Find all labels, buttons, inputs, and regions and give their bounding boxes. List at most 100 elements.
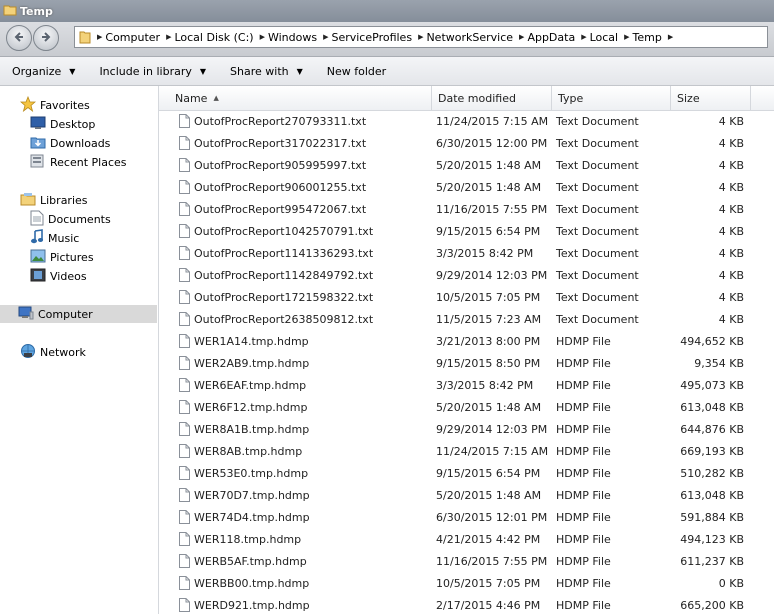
folder-icon	[3, 3, 17, 20]
file-date: 4/21/2015 4:42 PM	[436, 532, 541, 546]
file-name-cell: WERB5AF.tmp.hdmp	[179, 550, 429, 572]
file-type: HDMP File	[556, 400, 611, 414]
column-header-size[interactable]: Size	[671, 86, 751, 110]
file-row[interactable]: OutofProcReport906001255.txt 5/20/2015 1…	[159, 176, 774, 198]
breadcrumb-temp[interactable]: Temp	[630, 31, 668, 44]
file-row[interactable]: OutofProcReport995472067.txt 11/16/2015 …	[159, 198, 774, 220]
nav-pictures[interactable]: Pictures	[30, 248, 94, 266]
star-icon	[19, 95, 37, 115]
videos-icon	[30, 268, 46, 285]
file-name: OutofProcReport995472067.txt	[194, 202, 367, 216]
file-size: 613,048 KB	[680, 400, 744, 414]
chevron-down-icon: ▼	[69, 66, 76, 76]
nav-computer-label: Computer	[38, 307, 93, 321]
navigation-pane: Favorites Desktop Downloads Recent Place…	[0, 86, 159, 614]
breadcrumb-appdata[interactable]: AppData	[524, 31, 581, 44]
file-name: WER6F12.tmp.hdmp	[194, 400, 308, 414]
file-size: 4 KB	[718, 158, 744, 172]
file-row[interactable]: WER1A14.tmp.hdmp 3/21/2013 8:00 PM HDMP …	[159, 330, 774, 352]
file-row[interactable]: WER2AB9.tmp.hdmp 9/15/2015 8:50 PM HDMP …	[159, 352, 774, 374]
file-date: 3/3/2015 8:42 PM	[436, 378, 534, 392]
file-row[interactable]: OutofProcReport1142849792.txt 9/29/2014 …	[159, 264, 774, 286]
file-name: WER70D7.tmp.hdmp	[194, 488, 310, 502]
file-row[interactable]: WER6EAF.tmp.hdmp 3/3/2015 8:42 PM HDMP F…	[159, 374, 774, 396]
file-size: 4 KB	[718, 246, 744, 260]
file-row[interactable]: WERB5AF.tmp.hdmp 11/16/2015 7:55 PM HDMP…	[159, 550, 774, 572]
file-row[interactable]: WER8AB.tmp.hdmp 11/24/2015 7:15 AM HDMP …	[159, 440, 774, 462]
column-header-date-modified[interactable]: Date modified	[432, 86, 552, 110]
music-note-icon	[30, 228, 44, 248]
libraries-icon	[20, 191, 36, 210]
file-type: HDMP File	[556, 378, 611, 392]
breadcrumb-local[interactable]: Local	[587, 31, 625, 44]
breadcrumb-serviceprofiles[interactable]: ServiceProfiles	[328, 31, 418, 44]
breadcrumb-local-disk[interactable]: Local Disk (C:)	[171, 31, 259, 44]
nav-videos[interactable]: Videos	[30, 267, 87, 285]
file-row[interactable]: OutofProcReport1042570791.txt 9/15/2015 …	[159, 220, 774, 242]
nav-libraries[interactable]: Libraries	[20, 191, 88, 209]
file-row[interactable]: WER8A1B.tmp.hdmp 9/29/2014 12:03 PM HDMP…	[159, 418, 774, 440]
file-row[interactable]: WER70D7.tmp.hdmp 5/20/2015 1:48 AM HDMP …	[159, 484, 774, 506]
nav-computer[interactable]: Computer	[0, 305, 157, 323]
address-bar[interactable]: ▶ Computer ▶ Local Disk (C:) ▶ Windows ▶…	[74, 26, 768, 48]
breadcrumb-computer[interactable]: Computer	[102, 31, 166, 44]
file-type: HDMP File	[556, 444, 611, 458]
file-size: 611,237 KB	[680, 554, 744, 568]
organize-button[interactable]: Organize ▼	[0, 65, 87, 78]
file-date: 6/30/2015 12:01 PM	[436, 510, 548, 524]
share-with-button[interactable]: Share with ▼	[218, 65, 315, 78]
nav-music[interactable]: Music	[30, 228, 79, 248]
nav-documents[interactable]: Documents	[30, 210, 111, 228]
file-row[interactable]: OutofProcReport270793311.txt 11/24/2015 …	[159, 110, 774, 132]
address-folder-icon	[79, 30, 91, 44]
file-type: Text Document	[556, 202, 639, 216]
include-in-library-button[interactable]: Include in library ▼	[87, 65, 218, 78]
forward-button[interactable]	[33, 25, 59, 51]
breadcrumb-windows[interactable]: Windows	[265, 31, 323, 44]
file-row[interactable]: WER6F12.tmp.hdmp 5/20/2015 1:48 AM HDMP …	[159, 396, 774, 418]
column-header-type[interactable]: Type	[552, 86, 671, 110]
file-row[interactable]: OutofProcReport2638509812.txt 11/5/2015 …	[159, 308, 774, 330]
new-folder-button[interactable]: New folder	[315, 65, 398, 78]
file-row[interactable]: WER53E0.tmp.hdmp 9/15/2015 6:54 PM HDMP …	[159, 462, 774, 484]
file-row[interactable]: WERD921.tmp.hdmp 2/17/2015 4:46 PM HDMP …	[159, 594, 774, 616]
document-icon	[179, 554, 190, 568]
nav-recent-places[interactable]: Recent Places	[30, 153, 127, 171]
nav-downloads[interactable]: Downloads	[30, 134, 110, 152]
file-name-cell: WERBB00.tmp.hdmp	[179, 572, 429, 594]
back-button[interactable]	[6, 25, 32, 51]
file-name-cell: OutofProcReport995472067.txt	[179, 198, 429, 220]
file-row[interactable]: OutofProcReport1141336293.txt 3/3/2015 8…	[159, 242, 774, 264]
file-size: 510,282 KB	[680, 466, 744, 480]
nav-desktop-label: Desktop	[50, 117, 96, 131]
chevron-down-icon: ▼	[199, 66, 207, 76]
file-name-cell: WER8AB.tmp.hdmp	[179, 440, 429, 462]
file-name-cell: OutofProcReport1142849792.txt	[179, 264, 429, 286]
file-row[interactable]: WER118.tmp.hdmp 4/21/2015 4:42 PM HDMP F…	[159, 528, 774, 550]
column-header-name[interactable]: Name ▲	[169, 86, 432, 110]
share-with-label: Share with	[230, 64, 289, 78]
breadcrumb-networkservice[interactable]: NetworkService	[423, 31, 519, 44]
file-date: 11/16/2015 7:55 PM	[436, 554, 548, 568]
file-row[interactable]: WERBB00.tmp.hdmp 10/5/2015 7:05 PM HDMP …	[159, 572, 774, 594]
document-icon	[179, 510, 190, 524]
command-toolbar: Organize ▼ Include in library ▼ Share wi…	[0, 57, 774, 86]
file-row[interactable]: OutofProcReport905995997.txt 5/20/2015 1…	[159, 154, 774, 176]
file-rows: OutofProcReport270793311.txt 11/24/2015 …	[159, 110, 774, 616]
file-name: WER53E0.tmp.hdmp	[194, 466, 309, 480]
file-row[interactable]: OutofProcReport317022317.txt 6/30/2015 1…	[159, 132, 774, 154]
document-icon	[179, 532, 190, 546]
document-icon	[179, 158, 190, 172]
nav-desktop[interactable]: Desktop	[30, 115, 95, 133]
nav-network[interactable]: Network	[20, 343, 86, 361]
file-size: 4 KB	[718, 268, 744, 282]
breadcrumb-separator-icon[interactable]: ▶	[668, 33, 673, 41]
file-date: 10/5/2015 7:05 PM	[436, 290, 541, 304]
file-row[interactable]: OutofProcReport1721598322.txt 10/5/2015 …	[159, 286, 774, 308]
column-date-label: Date modified	[438, 91, 516, 105]
file-row[interactable]: WER74D4.tmp.hdmp 6/30/2015 12:01 PM HDMP…	[159, 506, 774, 528]
nav-documents-label: Documents	[48, 212, 111, 226]
nav-favorites[interactable]: Favorites	[19, 95, 90, 115]
file-date: 5/20/2015 1:48 AM	[436, 180, 542, 194]
file-date: 5/20/2015 1:48 AM	[436, 400, 542, 414]
